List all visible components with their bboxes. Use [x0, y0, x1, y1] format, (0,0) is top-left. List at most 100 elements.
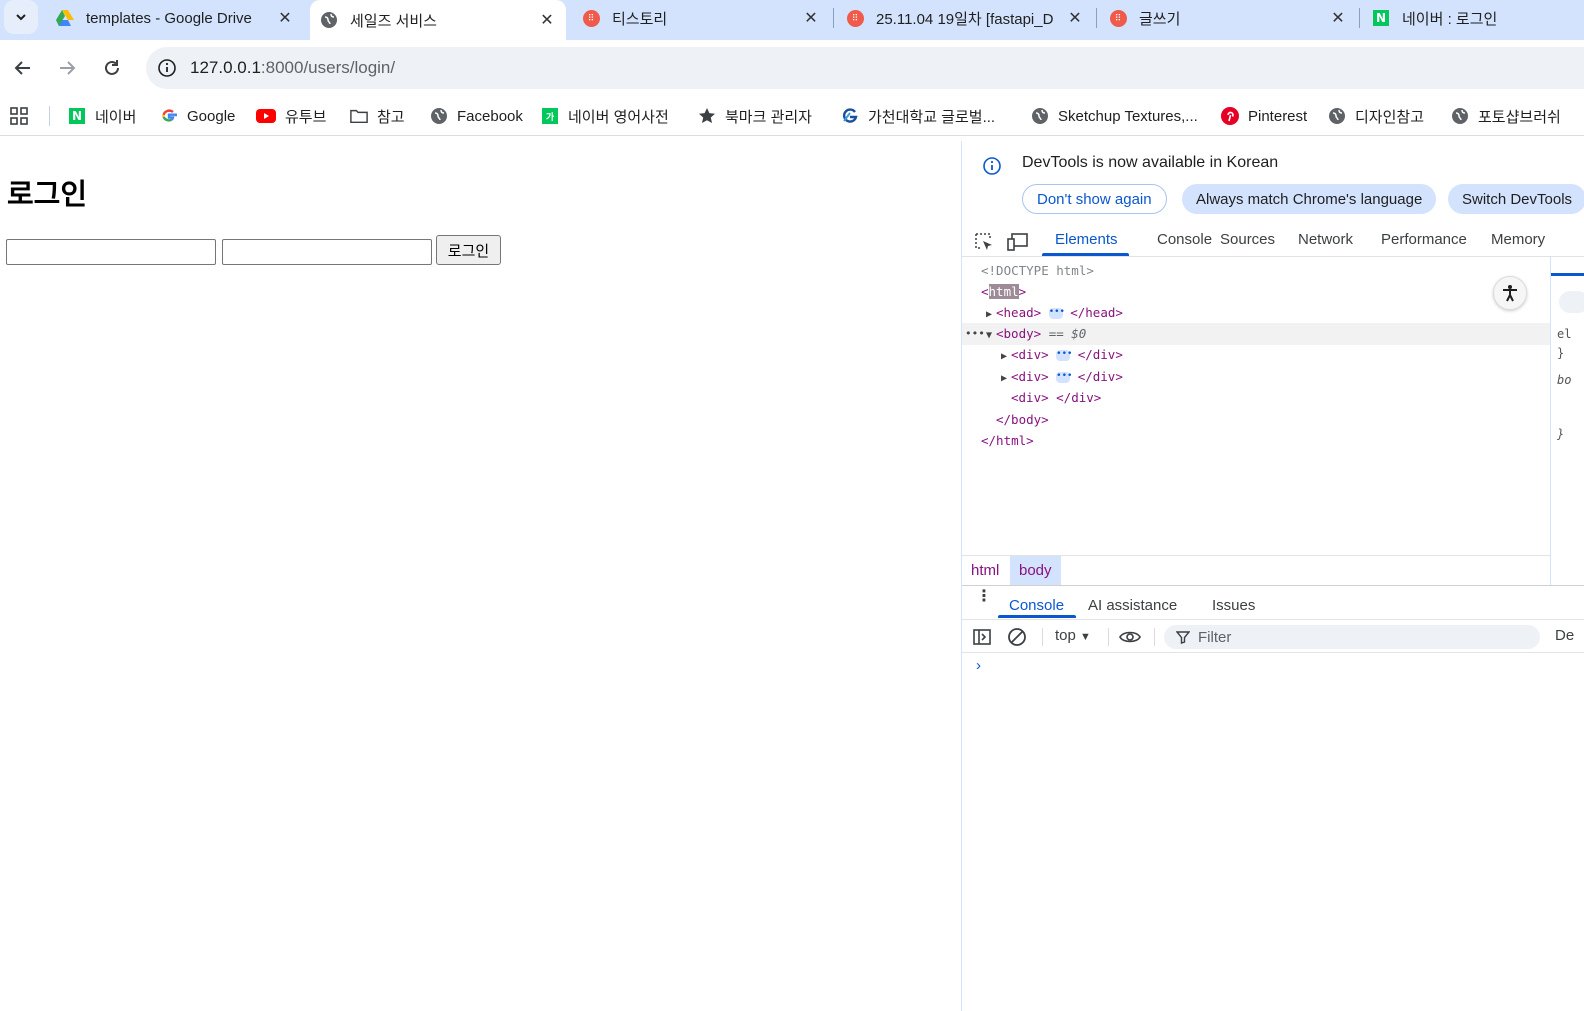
drawer-tab-issues[interactable]: Issues — [1212, 597, 1255, 614]
bookmark-label: 네이버 — [95, 108, 137, 126]
ellipsis-icon[interactable]: ••• — [1056, 350, 1072, 361]
styles-side-pane: el } bo } — [1550, 257, 1584, 585]
body-close-node[interactable]: </body> — [996, 409, 1049, 430]
tab-separator — [1359, 8, 1360, 28]
node-actions-icon[interactable]: ••• — [965, 323, 985, 344]
accessibility-tree-button[interactable] — [1493, 276, 1527, 310]
tab-write[interactable]: ⠿ 글쓰기 ✕ — [1101, 0, 1355, 36]
ellipsis-icon[interactable]: ••• — [1048, 308, 1065, 319]
bookmark-sketchup[interactable]: Sketchup Textures,... — [1031, 104, 1198, 128]
tab-google-drive[interactable]: templates - Google Drive ✕ — [48, 0, 302, 36]
device-toolbar-icon[interactable] — [1006, 230, 1030, 254]
expand-triangle-icon[interactable]: ▶ — [986, 304, 996, 325]
tab-performance[interactable]: Performance — [1381, 231, 1467, 248]
console-prompt[interactable]: › — [976, 657, 981, 674]
clear-console-icon[interactable] — [1006, 626, 1028, 648]
bookmark-separator — [49, 106, 50, 126]
apps-button[interactable] — [10, 104, 37, 128]
bookmark-design-ref[interactable]: 디자인참고 — [1328, 104, 1424, 128]
tab-separator — [833, 8, 834, 28]
bookmark-youtube[interactable]: 유투브 — [256, 104, 326, 128]
always-match-language-button[interactable]: Always match Chrome's language — [1182, 184, 1437, 214]
back-button[interactable] — [7, 52, 39, 84]
tab-naver-login[interactable]: N 네이버 : 로그인 — [1364, 0, 1584, 36]
console-filter-input[interactable]: Filter — [1164, 625, 1540, 649]
bookmark-pinterest[interactable]: Pinterest — [1221, 104, 1307, 128]
filter-placeholder: Filter — [1198, 628, 1232, 646]
forward-button[interactable] — [51, 52, 83, 84]
current-node-ref: == $0 — [1048, 326, 1087, 341]
div-node[interactable]: ▶ <div> ••• </div> — [1001, 366, 1123, 387]
toolbar-separator — [1108, 628, 1109, 646]
expand-triangle-icon[interactable]: ▶ — [1001, 368, 1011, 389]
div-node-empty[interactable]: <div> </div> — [1011, 387, 1101, 408]
more-vert-icon[interactable]: ⋮ — [976, 589, 992, 605]
bookmark-label: 북마크 관리자 — [725, 108, 812, 126]
tab-title: 세일즈 서비스 — [350, 12, 437, 30]
sidebar-toggle-icon[interactable] — [971, 626, 993, 648]
bookmark-google[interactable]: Google — [160, 104, 235, 128]
bookmark-label: 가천대학교 글로벌... — [868, 108, 996, 126]
breadcrumb-body[interactable]: body — [1010, 556, 1061, 586]
dont-show-again-button[interactable]: Don't show again — [1022, 184, 1167, 214]
collapse-triangle-icon[interactable]: ▼ — [986, 325, 996, 346]
dom-breadcrumb: html body — [962, 555, 1550, 586]
bookmark-photoshop-brush[interactable]: 포토샵브러쉬 — [1451, 104, 1561, 128]
bookmark-facebook[interactable]: Facebook — [430, 104, 523, 128]
html-tag-name: html — [988, 284, 1019, 299]
tab-search-button[interactable] — [4, 0, 38, 34]
login-button[interactable]: 로그인 — [436, 235, 501, 265]
close-icon[interactable]: ✕ — [1329, 9, 1347, 27]
switch-devtools-button[interactable]: Switch DevTools — [1448, 184, 1584, 214]
tab-network[interactable]: Network — [1298, 231, 1353, 248]
bookmark-label: Facebook — [457, 107, 523, 125]
tab-sources[interactable]: Sources — [1220, 231, 1275, 248]
head-node[interactable]: ▶ <head> ••• </head> — [986, 302, 1123, 323]
bookmark-naver[interactable]: N 네이버 — [68, 104, 136, 128]
tab-console[interactable]: Console — [1157, 231, 1212, 248]
ellipsis-icon[interactable]: ••• — [1056, 372, 1072, 383]
inspect-element-icon[interactable] — [972, 230, 996, 254]
console-toolbar: top ▼ Filter De — [962, 619, 1584, 653]
reload-button[interactable] — [96, 52, 128, 84]
log-levels-dropdown[interactable]: De — [1555, 627, 1574, 644]
reload-icon — [105, 60, 119, 75]
filter-icon — [1176, 631, 1190, 644]
drawer-tab-console[interactable]: Console — [1009, 597, 1064, 614]
close-icon[interactable]: ✕ — [802, 9, 820, 27]
password-input[interactable] — [222, 239, 432, 265]
bookmark-gachon[interactable]: 가천대학교 글로벌... — [841, 104, 995, 128]
breadcrumb-html[interactable]: html — [962, 556, 1008, 586]
close-icon[interactable]: ✕ — [1066, 9, 1084, 27]
html-node[interactable]: <html> — [981, 281, 1026, 302]
bookmark-naver-dict[interactable]: 가 네이버 영어사전 — [541, 104, 669, 128]
doctype-node[interactable]: <!DOCTYPE html> — [981, 260, 1094, 281]
div-node[interactable]: ▶ <div> ••• </div> — [1001, 344, 1123, 365]
drawer-tab-ai-assistance[interactable]: AI assistance — [1088, 597, 1177, 614]
bookmark-label: 포토샵브러쉬 — [1478, 108, 1561, 126]
live-expression-eye-icon[interactable] — [1119, 626, 1141, 648]
globe-icon — [320, 11, 338, 29]
tab-elements[interactable]: Elements — [1055, 231, 1118, 248]
expand-triangle-icon[interactable]: ▶ — [1001, 346, 1011, 367]
bookmark-label: 디자인참고 — [1355, 108, 1425, 126]
close-icon[interactable]: ✕ — [276, 9, 294, 27]
username-input[interactable] — [6, 239, 216, 265]
context-selector[interactable]: top ▼ — [1055, 627, 1091, 644]
tab-title: templates - Google Drive — [86, 9, 252, 27]
page-viewport: 로그인 로그인 — [0, 141, 961, 1011]
toolbar-separator — [1042, 628, 1043, 646]
bookmark-folder-reference[interactable]: 참고 — [350, 104, 405, 128]
side-pane-tab-indicator — [1551, 273, 1584, 276]
close-icon[interactable]: ✕ — [538, 11, 556, 29]
address-bar[interactable]: 127.0.0.1:8000/users/login/ — [146, 47, 1584, 89]
tab-sales-service[interactable]: 세일즈 서비스 ✕ — [310, 0, 566, 40]
tab-fastapi-post[interactable]: ⠿ 25.11.04 19일차 [fastapi_D ✕ — [838, 0, 1092, 36]
side-pane-filter[interactable] — [1559, 291, 1584, 313]
tab-tistory[interactable]: ⠿ 티스토리 ✕ — [574, 0, 828, 36]
html-close-node[interactable]: </html> — [981, 430, 1034, 451]
body-node[interactable]: ▼ <body> == $0 — [986, 323, 1086, 344]
site-info-icon[interactable] — [148, 58, 186, 78]
tab-memory[interactable]: Memory — [1491, 231, 1545, 248]
bookmark-manager[interactable]: 북마크 관리자 — [698, 104, 812, 128]
